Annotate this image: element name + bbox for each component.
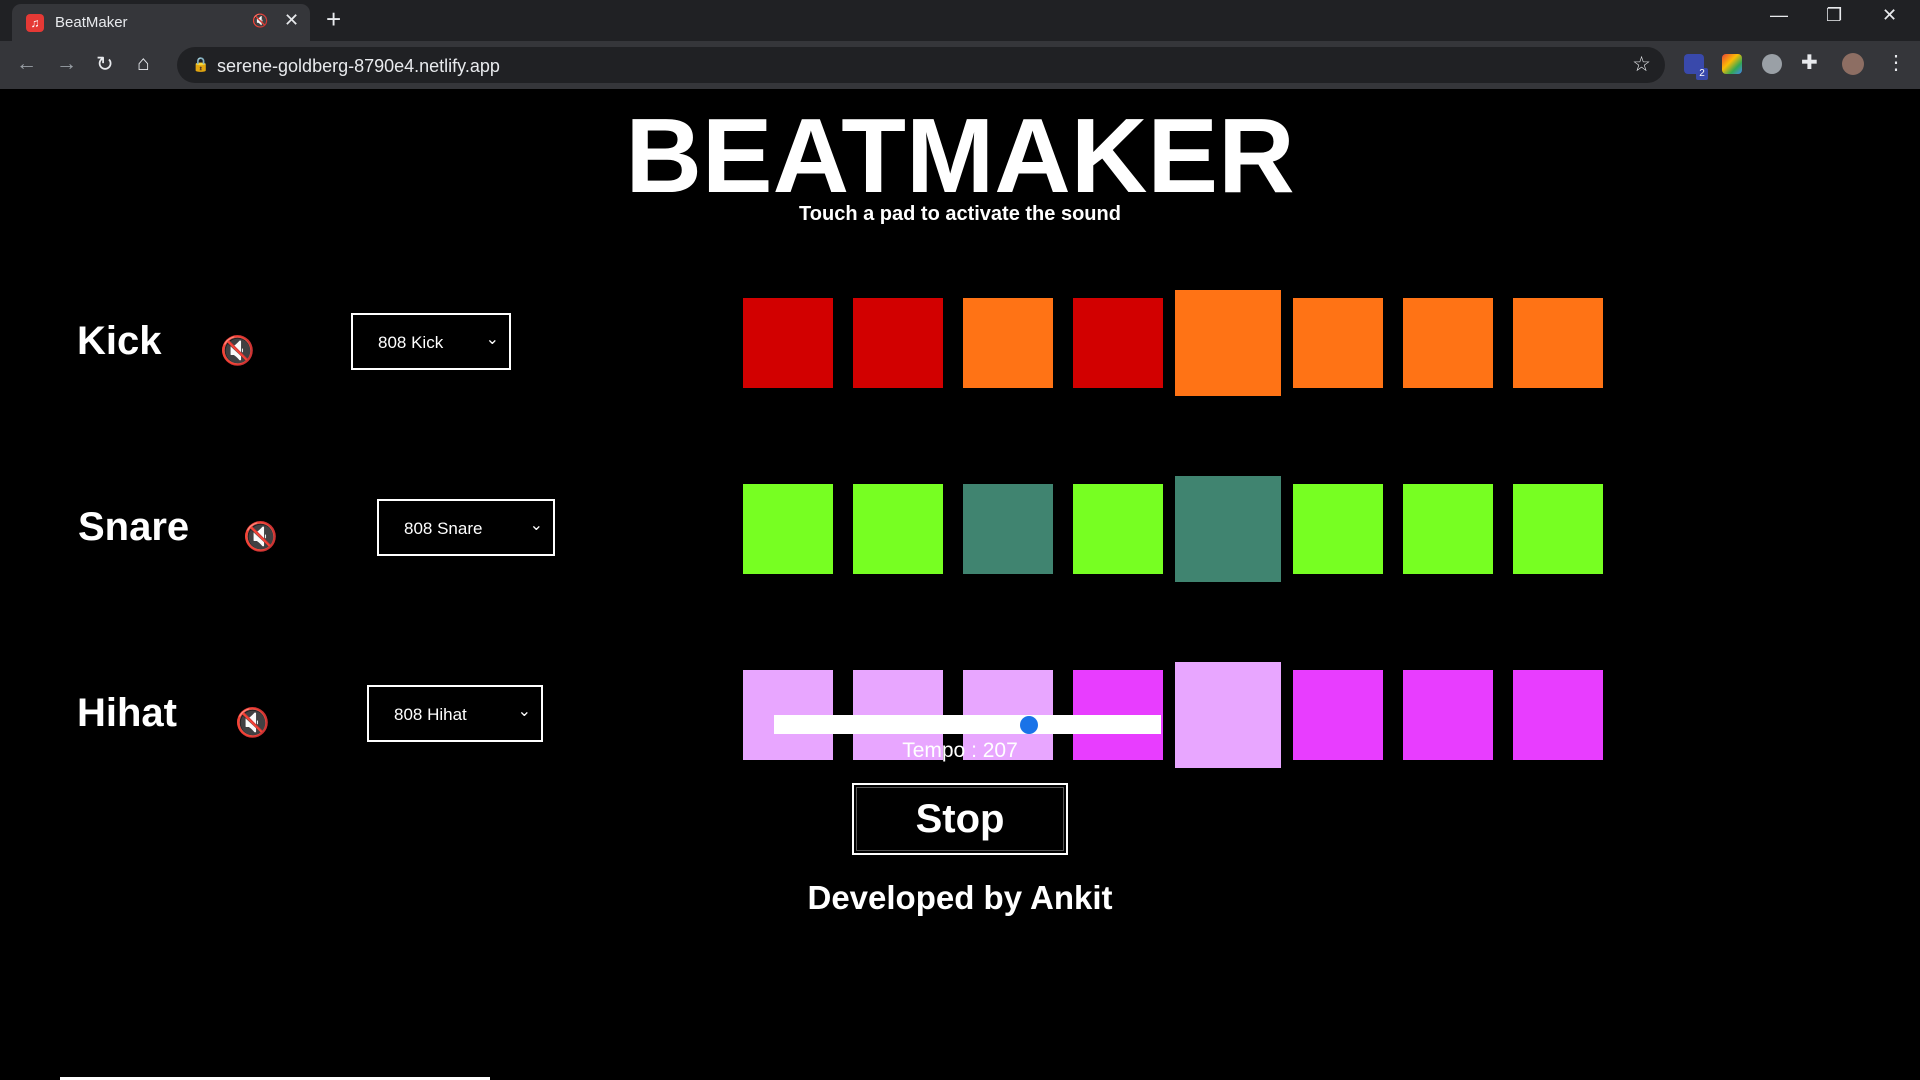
browser-toolbar: ← → ↻ ⌂ 🔒 serene-goldberg-8790e4.netlify… <box>0 41 1920 89</box>
track-name-hihat: Hihat <box>77 691 177 735</box>
footer-credit: Developed by Ankit <box>807 879 1113 916</box>
page-subtitle: Touch a pad to activate the sound <box>799 203 1121 225</box>
mute-icon[interactable]: 🔇 <box>235 709 270 737</box>
snare-pad-5[interactable] <box>1175 476 1281 582</box>
extensions-puzzle-icon[interactable]: ✚ <box>1801 50 1818 75</box>
browser-menu-icon[interactable]: ⋮ <box>1886 50 1906 75</box>
snare-pad-3[interactable] <box>963 484 1053 574</box>
url-text[interactable]: serene-goldberg-8790e4.netlify.app <box>217 56 500 77</box>
snare-pad-1[interactable] <box>743 484 833 574</box>
close-window-icon[interactable]: ✕ <box>1882 5 1897 26</box>
tab-close-icon[interactable]: ✕ <box>284 10 299 31</box>
tab-title: BeatMaker <box>55 14 128 31</box>
kick-pad-2[interactable] <box>853 298 943 388</box>
kick-pad-6[interactable] <box>1293 298 1383 388</box>
address-bar[interactable]: 🔒 serene-goldberg-8790e4.netlify.app ☆ <box>177 47 1665 83</box>
restore-icon[interactable]: ❐ <box>1826 5 1842 26</box>
forward-icon[interactable]: → <box>56 52 77 76</box>
home-icon[interactable]: ⌂ <box>137 52 150 76</box>
play-extension-icon[interactable] <box>1762 54 1782 74</box>
kick-sound-select[interactable]: 808 Kick ⌄ <box>351 313 511 370</box>
new-tab-button[interactable]: + <box>326 4 341 35</box>
snare-pad-6[interactable] <box>1293 484 1383 574</box>
extension-badge: 2 <box>1696 68 1708 80</box>
hihat-sound-select[interactable]: 808 Hihat ⌄ <box>367 685 543 742</box>
snare-sound-select[interactable]: 808 Snare ⌄ <box>377 499 555 556</box>
chevron-down-icon: ⌄ <box>517 703 531 720</box>
chevron-down-icon: ⌄ <box>529 517 543 534</box>
browser-tab[interactable]: ♫ BeatMaker 🔇 ✕ <box>12 4 310 41</box>
back-icon[interactable]: ← <box>16 52 37 76</box>
reload-icon[interactable]: ↻ <box>96 52 114 77</box>
color-extension-icon[interactable] <box>1722 54 1742 74</box>
kick-pad-8[interactable] <box>1513 298 1603 388</box>
mute-icon[interactable]: 🔇 <box>243 523 278 551</box>
snare-pad-7[interactable] <box>1403 484 1493 574</box>
chevron-down-icon: ⌄ <box>485 331 499 348</box>
mute-icon[interactable]: 🔇 <box>220 337 255 365</box>
snare-pad-2[interactable] <box>853 484 943 574</box>
kick-pad-4[interactable] <box>1073 298 1163 388</box>
page-title: BEATMAKER <box>625 97 1295 215</box>
browser-tabstrip: ♫ BeatMaker 🔇 ✕ + — ❐ ✕ <box>0 0 1920 41</box>
beatmaker-page: BEATMAKER Touch a pad to activate the so… <box>0 89 1920 1080</box>
bookmark-star-icon[interactable]: ☆ <box>1632 52 1651 77</box>
lock-icon[interactable]: 🔒 <box>192 56 209 73</box>
profile-avatar[interactable] <box>1842 53 1864 75</box>
minimize-icon[interactable]: — <box>1770 5 1788 26</box>
snare-pad-4[interactable] <box>1073 484 1163 574</box>
kick-pad-5[interactable] <box>1175 290 1281 396</box>
snare-pad-8[interactable] <box>1513 484 1603 574</box>
kick-pad-1[interactable] <box>743 298 833 388</box>
tempo-label: Tempo : 207 <box>902 739 1018 762</box>
music-favicon-icon: ♫ <box>26 14 44 32</box>
stop-button[interactable]: Stop <box>852 783 1068 855</box>
tab-muted-audio-icon[interactable]: 🔇 <box>252 13 268 29</box>
kick-pad-7[interactable] <box>1403 298 1493 388</box>
track-name-snare: Snare <box>78 505 190 549</box>
kick-pad-3[interactable] <box>963 298 1053 388</box>
tempo-slider[interactable] <box>774 715 1161 734</box>
track-name-kick: Kick <box>77 319 162 363</box>
tempo-slider-thumb[interactable] <box>1020 716 1038 734</box>
